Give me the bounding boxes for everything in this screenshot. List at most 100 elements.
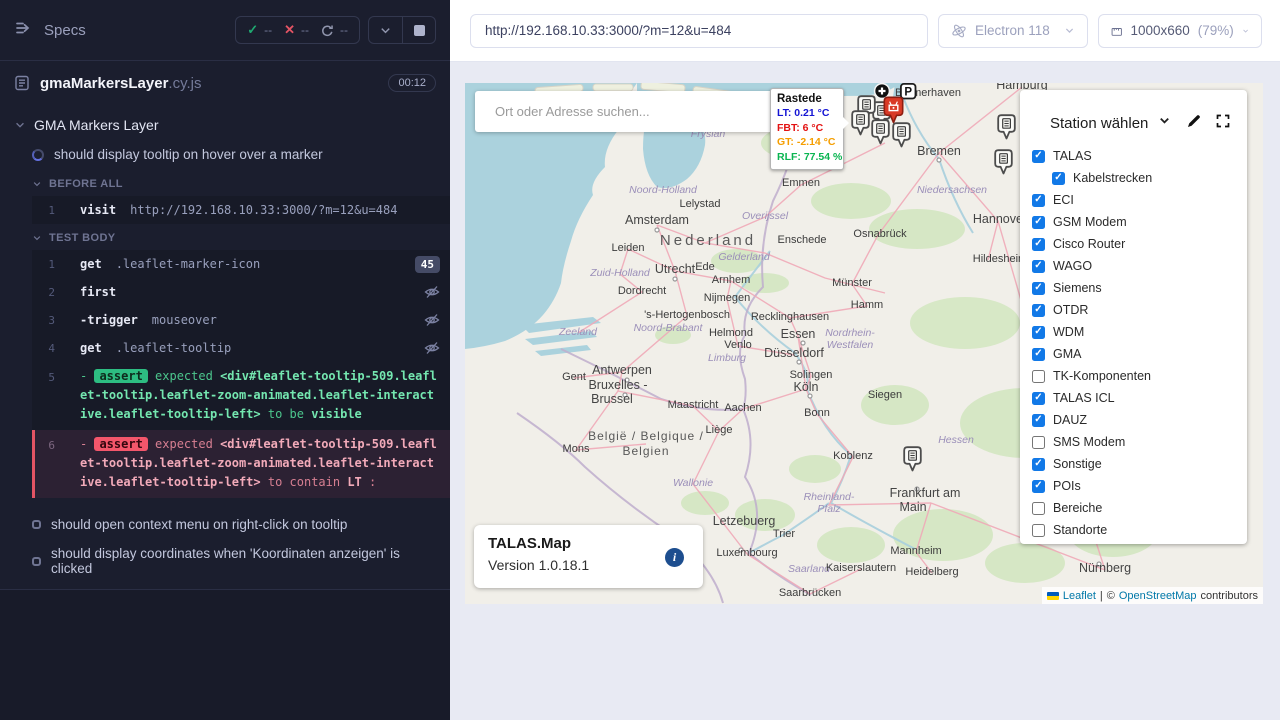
map-search-input[interactable]: Ort oder Adresse suchen... [475,91,778,132]
map-place-label: Lelystad [680,198,721,210]
spec-row[interactable]: gmaMarkersLayer.cy.js 00:12 [0,61,450,105]
map-place-label: Enschede [778,234,827,246]
layer-checkbox-row[interactable]: ✓Kabelstrecken [1052,167,1247,189]
app-right-pane: http://192.168.10.33:3000/?m=12&u=484 El… [450,0,1280,720]
layer-checkbox-row[interactable]: ✓WAGO [1032,255,1247,277]
layer-label: ECI [1053,193,1074,207]
browser-selector[interactable]: Electron 118 [938,14,1088,48]
assert-failed[interactable]: 6- assert expected <div#leaflet-tooltip-… [32,430,450,498]
layer-checkbox-row[interactable]: ✓ ECI [1032,189,1247,211]
info-icon[interactable]: i [665,548,684,567]
layer-checkbox-row[interactable]: ✓WDM [1032,321,1247,343]
checkbox-checked[interactable]: ✓ [1032,238,1045,251]
checkbox-checked[interactable]: ✓ [1032,304,1045,317]
stop-run-button[interactable] [402,17,435,43]
layer-checkbox-row[interactable]: ✓GMA [1032,343,1247,365]
station-marker-icon[interactable] [995,150,1012,173]
layer-checkbox-row[interactable]: ✓Cisco Router [1032,233,1247,255]
ukraine-flag-icon [1047,592,1059,600]
map-place-label: Bonn [804,407,830,419]
layer-checkbox-row[interactable]: ✓Siemens [1032,277,1247,299]
checkbox-checked[interactable]: ✓ [1032,458,1045,471]
checkbox-checked[interactable]: ✓ [1032,392,1045,405]
map-place-label: Saarland [788,563,831,575]
test-row-active[interactable]: should display tooltip on hover over a m… [0,139,450,170]
checkbox-checked[interactable]: ✓ [1032,480,1045,493]
suite-row[interactable]: GMA Markers Layer [0,111,450,139]
p-marker-icon[interactable] [901,84,916,99]
hook-test-body[interactable]: TEST BODY [0,224,450,250]
map-place-label: Siegen [868,389,902,401]
command-row[interactable]: 1get.leaflet-marker-icon45 [32,250,450,278]
layer-checkbox-row[interactable]: Bereiche [1032,497,1247,519]
checkbox-checked[interactable]: ✓ [1032,348,1045,361]
command-row[interactable]: 4get.leaflet-tooltip [32,334,450,362]
map-place-label: Luxembourg [716,547,777,559]
checkbox-checked[interactable]: ✓ [1032,194,1045,207]
checkbox-checked[interactable]: ✓ [1032,414,1045,427]
test-row-pending[interactable]: should display coordinates when 'Koordin… [0,539,450,583]
checkbox-unchecked[interactable] [1032,524,1045,537]
tooltip-value-row: GT: -2.14 °C [777,135,837,150]
checkbox-checked[interactable]: ✓ [1032,326,1045,339]
checkbox-checked[interactable]: ✓ [1032,282,1045,295]
osm-link[interactable]: OpenStreetMap [1119,590,1197,602]
layer-checkbox-row[interactable]: ✓ GSM Modem [1032,211,1247,233]
layer-checkbox-row[interactable]: Standorte [1032,519,1247,541]
fullscreen-expand-icon[interactable] [1215,113,1231,134]
leaflet-link[interactable]: Leaflet [1063,590,1096,602]
url-bar[interactable]: http://192.168.10.33:3000/?m=12&u=484 [470,14,928,48]
checkbox-checked[interactable]: ✓ [1032,260,1045,273]
command-number: 6 [35,435,55,492]
plus-marker-icon[interactable] [875,84,890,99]
command-row[interactable]: 1visithttp://192.168.10.33:3000/?m=12&u=… [32,196,450,224]
map-canvas[interactable]: P [465,83,1263,604]
station-marker-icon[interactable] [904,447,921,470]
command-indicator [424,284,440,300]
command-row[interactable]: 3-triggermouseover [32,306,450,334]
checkbox-checked[interactable]: ✓ [1052,172,1065,185]
map-place-label: Pfalz [817,503,841,515]
map-place-label: Düsseldorf [764,346,824,360]
viewport-size-control[interactable]: 1000x660 (79%) [1098,14,1262,48]
command-number: 4 [32,342,55,355]
layer-checkbox-row[interactable]: SMS Modem [1032,431,1247,453]
map-place-label: Helmond [709,327,753,339]
command-row[interactable]: 2first [32,278,450,306]
test-row-pending[interactable]: should open context menu on right-click … [0,510,450,539]
specs-list-icon[interactable] [14,19,32,42]
hook-before-all[interactable]: BEFORE ALL [0,170,450,196]
checkbox-unchecked[interactable] [1032,370,1045,383]
station-marker-icon[interactable] [872,120,889,143]
layer-checkbox-row[interactable]: ✓TALAS [1032,145,1247,167]
pending-tests: should open context menu on right-click … [0,498,450,583]
layer-label: GSM Modem [1053,215,1127,229]
layer-label: TALAS ICL [1053,391,1115,405]
assert-badge: assert [94,369,147,383]
assert-passed[interactable]: 5- assert expected <div#leaflet-tooltip-… [32,362,450,430]
chevron-down-icon[interactable] [1158,114,1171,132]
layer-checkbox-row[interactable]: ✓ TALAS ICL [1032,387,1247,409]
map-place-label: Leiden [611,242,644,254]
tooltip-value-row: FBT: 6 °C [777,121,837,136]
checkbox-checked[interactable]: ✓ [1032,216,1045,229]
map-place-label: Maastricht [668,399,719,411]
checkbox-unchecked[interactable] [1032,502,1045,515]
collapse-tests-button[interactable] [369,17,402,43]
layer-checkbox-row[interactable]: TK-Komponenten [1032,365,1247,387]
layer-checkbox-row[interactable]: ✓OTDR [1032,299,1247,321]
station-marker-icon[interactable] [852,111,869,134]
edit-pencil-icon[interactable] [1186,113,1202,134]
suite-title: GMA Markers Layer [34,117,158,133]
command-indicator [424,312,440,328]
map-place-label: Belgien [622,444,669,458]
layer-checkbox-row[interactable]: ✓POIs [1032,475,1247,497]
checkbox-checked[interactable]: ✓ [1032,150,1045,163]
station-marker-icon[interactable] [998,115,1015,138]
map-place-label: Nordrhein- [825,327,875,339]
layer-checkbox-row[interactable]: ✓DAUZ [1032,409,1247,431]
map-place-label: Niedersachsen [917,184,987,196]
layer-checkbox-row[interactable]: ✓Sonstige [1032,453,1247,475]
station-marker-icon[interactable] [893,123,910,146]
checkbox-unchecked[interactable] [1032,436,1045,449]
